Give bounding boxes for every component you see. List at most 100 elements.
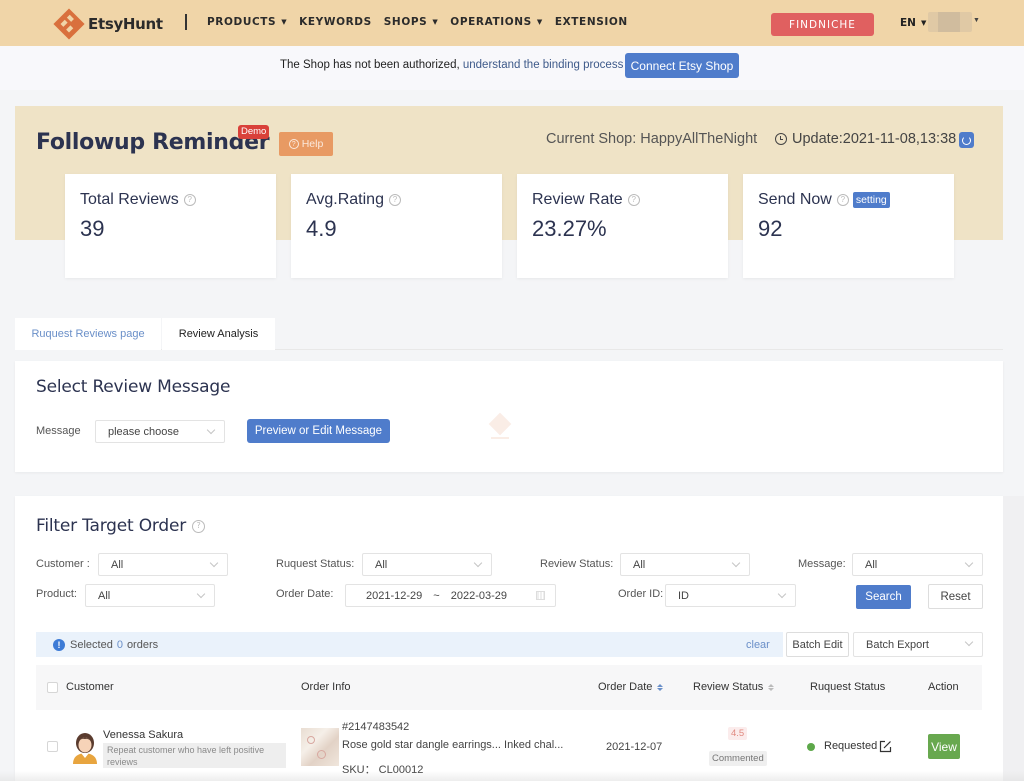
customer-filter-select[interactable]: All <box>98 553 228 576</box>
review-status-select[interactable]: All <box>620 553 750 576</box>
update-text: Update:2021-11-08,13:38 <box>792 131 957 147</box>
select-value: All <box>375 558 388 571</box>
stat-card-review-rate: Review Rate? 23.27% <box>517 174 728 278</box>
stat-card-avg-rating: Avg.Rating? 4.9 <box>291 174 502 278</box>
chevron-down-icon <box>196 589 206 599</box>
setting-button[interactable]: setting <box>852 192 890 208</box>
chevron-down-icon <box>964 637 974 647</box>
column-header-review-status[interactable]: Review Status <box>693 681 775 693</box>
select-all-checkbox[interactable] <box>47 682 58 693</box>
stat-label: Send Now? setting <box>758 191 890 209</box>
nav-item-extension[interactable]: EXTENSION <box>555 16 628 28</box>
update-time: Update:2021-11-08,13:38 <box>775 131 956 147</box>
question-icon: ? <box>288 139 299 149</box>
user-avatar-blurred[interactable] <box>928 12 972 32</box>
language-selector[interactable]: EN ▼ <box>900 17 926 29</box>
connect-etsy-shop-button[interactable]: Connect Etsy Shop <box>625 53 739 78</box>
customer-tag: Repeat customer who have left positive r… <box>103 743 286 768</box>
sort-icon[interactable] <box>768 683 775 691</box>
nav-item-shops[interactable]: SHOPS ▼ <box>384 16 439 28</box>
stat-label: Avg.Rating? <box>306 191 401 209</box>
stat-label-text: Send Now <box>758 191 832 208</box>
stat-value: 92 <box>758 216 783 241</box>
nav-label: KEYWORDS <box>299 16 372 28</box>
date-separator: ~ <box>433 589 440 602</box>
order-id-label: Order ID: <box>618 588 664 600</box>
question-icon[interactable]: ? <box>388 194 401 206</box>
product-filter-select[interactable]: All <box>85 584 215 607</box>
order-date-label: Order Date: <box>276 588 334 600</box>
select-value: ID <box>678 589 689 602</box>
chevron-down-icon <box>777 589 787 599</box>
tab-request-reviews[interactable]: Ruquest Reviews page <box>15 318 161 350</box>
page-title: Followup Reminder <box>36 130 270 155</box>
date-from: 2021-12-29 <box>366 589 423 602</box>
etsyhunt-logo-icon <box>53 8 85 40</box>
date-to: 2022-03-29 <box>450 589 507 602</box>
authorization-notice: The Shop has not been authorized, unders… <box>280 59 623 71</box>
view-button[interactable]: View <box>928 734 960 759</box>
logo[interactable]: EtsyHunt <box>52 7 163 41</box>
order-title[interactable]: Rose gold star dangle earrings... Inked … <box>342 739 563 751</box>
batch-edit-button[interactable]: Batch Edit <box>786 632 849 657</box>
select-value: All <box>865 558 878 571</box>
tab-review-analysis[interactable]: Review Analysis <box>162 318 275 350</box>
nav-item-products[interactable]: PRODUCTS ▼ <box>207 16 287 28</box>
language-label: EN <box>900 17 916 29</box>
question-icon[interactable]: ? <box>627 194 640 206</box>
message-select[interactable]: please choose <box>95 420 225 443</box>
order-date: 2021-12-07 <box>606 741 663 753</box>
reset-button[interactable]: Reset <box>928 584 983 609</box>
help-button[interactable]: ? Help <box>279 132 333 156</box>
nav-label: OPERATIONS <box>450 16 532 28</box>
refresh-icon[interactable] <box>959 132 974 148</box>
batch-export-dropdown[interactable]: Batch Export <box>853 632 983 657</box>
clear-selection-link[interactable]: clear <box>746 639 770 651</box>
caret-down-icon: ▼ <box>920 19 927 27</box>
top-navbar: EtsyHunt PRODUCTS ▼ KEYWORDS SHOPS ▼ OPERA… <box>0 0 1024 46</box>
nav-item-keywords[interactable]: KEYWORDS <box>299 16 372 28</box>
preview-edit-message-button[interactable]: Preview or Edit Message <box>247 419 390 443</box>
column-header-order-info: Order Info <box>301 681 351 693</box>
watermark-logo-icon <box>488 412 512 439</box>
message-filter-select[interactable]: All <box>852 553 983 576</box>
binding-process-link[interactable]: understand the binding process <box>463 59 623 71</box>
edit-icon[interactable] <box>879 740 892 753</box>
nav-separator <box>185 14 187 30</box>
filter-title-text: Filter Target Order <box>36 516 187 536</box>
sort-icon[interactable] <box>657 683 664 691</box>
order-id-select[interactable]: ID <box>665 584 796 607</box>
nav-label: EXTENSION <box>554 16 628 28</box>
product-filter-label: Product: <box>36 588 77 600</box>
question-icon[interactable]: ? <box>183 194 196 206</box>
select-value: All <box>98 589 111 602</box>
caret-down-icon: ▼ <box>432 18 439 26</box>
user-caret-icon[interactable]: ▼ <box>973 17 980 24</box>
column-header-action: Action <box>928 681 959 693</box>
current-shop: Current Shop: HappyAllTheNight <box>546 131 758 147</box>
page-scroll-gutter <box>1003 496 1024 781</box>
stat-card-send-now: Send Now? setting 92 <box>743 174 954 278</box>
nav-item-operations[interactable]: OPERATIONS ▼ <box>450 16 543 28</box>
chevron-down-icon <box>964 558 974 568</box>
customer-name[interactable]: Venessa Sakura <box>103 729 183 741</box>
order-id: #2147483542 <box>342 721 410 733</box>
request-status-select[interactable]: All <box>362 553 492 576</box>
question-icon[interactable]: ? <box>836 194 849 206</box>
product-thumbnail[interactable] <box>301 728 339 766</box>
search-button[interactable]: Search <box>856 585 911 609</box>
stat-label-text: Review Rate <box>532 191 623 208</box>
order-date-range-picker[interactable]: 2021-12-29 ~ 2022-03-29 <box>345 584 556 607</box>
findniche-button[interactable]: FINDNICHE <box>771 13 874 36</box>
chevron-down-icon <box>209 558 219 568</box>
stat-label: Total Reviews? <box>80 191 196 209</box>
request-status-label: Ruquest Status: <box>276 558 355 570</box>
help-label: Help <box>301 138 324 150</box>
column-header-order-date[interactable]: Order Date <box>598 681 664 693</box>
select-value: All <box>111 558 124 571</box>
customer-filter-label: Customer : <box>36 558 90 570</box>
row-checkbox[interactable] <box>47 741 58 752</box>
message-select-value: please choose <box>108 425 179 438</box>
question-icon[interactable]: ? <box>192 519 206 533</box>
stat-label-text: Avg.Rating <box>306 191 384 208</box>
